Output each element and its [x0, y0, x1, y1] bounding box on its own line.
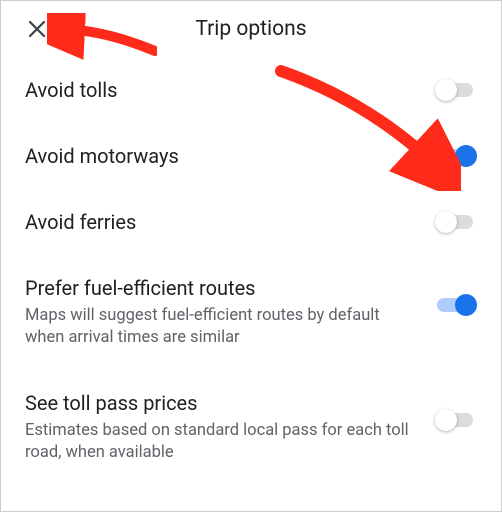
option-sublabel: Estimates based on standard local pass f… — [25, 420, 421, 465]
close-button[interactable] — [13, 5, 61, 53]
option-avoid-ferries[interactable]: Avoid ferries — [25, 189, 477, 255]
option-label: Avoid tolls — [25, 77, 421, 103]
option-avoid-tolls[interactable]: Avoid tolls — [25, 57, 477, 123]
option-label: Prefer fuel-efficient routes — [25, 275, 421, 301]
options-list: Avoid tolls Avoid motorways Avoid ferrie… — [1, 57, 501, 484]
header: Trip options — [1, 1, 501, 57]
option-avoid-motorways[interactable]: Avoid motorways — [25, 123, 477, 189]
option-toll-pass-prices[interactable]: See toll pass prices Estimates based on … — [25, 370, 477, 485]
option-label: Avoid ferries — [25, 209, 421, 235]
option-sublabel: Maps will suggest fuel-efficient routes … — [25, 305, 421, 350]
option-fuel-efficient[interactable]: Prefer fuel-efficient routes Maps will s… — [25, 255, 477, 370]
toggle-avoid-tolls[interactable] — [437, 78, 477, 102]
option-label: See toll pass prices — [25, 390, 421, 416]
toggle-fuel-efficient[interactable] — [437, 293, 477, 317]
close-icon — [25, 17, 49, 41]
toggle-avoid-motorways[interactable] — [437, 144, 477, 168]
toggle-toll-pass-prices[interactable] — [437, 408, 477, 432]
option-label: Avoid motorways — [25, 143, 421, 169]
page-title: Trip options — [1, 17, 501, 41]
toggle-avoid-ferries[interactable] — [437, 210, 477, 234]
